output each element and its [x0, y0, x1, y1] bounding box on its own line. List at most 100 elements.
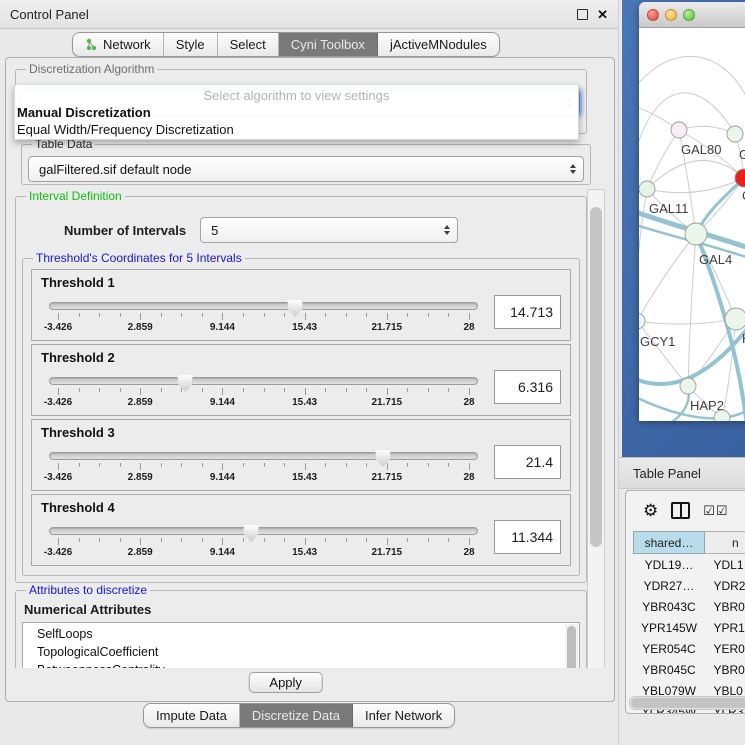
network-window-titlebar [639, 2, 745, 28]
network-node[interactable] [639, 313, 645, 329]
group-title: Threshold's Coordinates for 5 Intervals [33, 251, 245, 265]
network-node[interactable] [680, 378, 696, 394]
control-panel-title: Control Panel [10, 7, 89, 22]
threshold-slider[interactable]: -3.4262.8599.14415.4321.71528 [49, 452, 478, 484]
cell[interactable]: YDR2 [704, 575, 745, 596]
table-data-combobox[interactable]: galFiltered.sif default node [28, 156, 584, 182]
group-title: Discretization Algorithm [26, 62, 157, 76]
vertical-scrollbar[interactable] [587, 189, 605, 668]
network-desktop: GAL80GALOGAL11GAL4GCY1HHAP2 [622, 0, 745, 457]
network-canvas[interactable]: GAL80GALOGAL11GAL4GCY1HHAP2 [639, 28, 745, 421]
checkbox-icon[interactable]: ☑ [703, 504, 715, 517]
tab-infer-network[interactable]: Infer Network [353, 704, 454, 727]
threshold-value-field[interactable]: 11.344 [494, 520, 561, 554]
right-panel: GAL80GALOGAL11GAL4GCY1HHAP2 Table Panel … [618, 0, 745, 745]
dropdown-option-manual-discretization[interactable]: Manual Discretization [15, 104, 578, 121]
control-panel: Control Panel ✕ Network Style Select Cyn… [0, 0, 618, 745]
network-node[interactable] [639, 181, 655, 197]
close-button[interactable] [647, 9, 659, 21]
zoom-button[interactable] [683, 9, 695, 21]
table-row[interactable]: YDL19…YDL1 [634, 554, 745, 576]
slider-scale: -3.4262.8599.14415.4321.71528 [58, 396, 469, 409]
tab-label: Cyni Toolbox [291, 37, 365, 52]
table-panel-title: Table Panel [633, 466, 701, 481]
cell[interactable]: YER0 [704, 638, 745, 659]
column-header-name[interactable]: n [704, 532, 745, 554]
slider-scale: -3.4262.8599.14415.4321.71528 [58, 546, 469, 559]
table-toolbar: ⚙ ☑ ☑ [626, 491, 745, 525]
tab-jactivemnodules[interactable]: jActiveMNodules [378, 33, 499, 56]
threshold-value-field[interactable]: 6.316 [494, 370, 561, 404]
apply-button[interactable]: Apply [248, 672, 323, 693]
list-scrollbar[interactable] [565, 624, 578, 668]
horizontal-scrollbar[interactable] [629, 696, 745, 710]
numerical-attributes-list: SelfLoops TopologicalCoefficient Between… [22, 622, 580, 668]
table-row[interactable]: YBR043CYBR0 [634, 596, 745, 617]
algorithm-dropdown-popup: Select algorithm to view settings Manual… [14, 85, 579, 140]
tab-style[interactable]: Style [164, 33, 218, 56]
table-row[interactable]: YPR145WYPR1 [634, 617, 745, 638]
threshold-label: Threshold 3 [41, 425, 561, 440]
split-view-icon[interactable] [671, 502, 690, 519]
scrollbar-thumb[interactable] [590, 207, 602, 547]
threshold-value-field[interactable]: 14.713 [494, 295, 561, 329]
column-header-shared[interactable]: shared… [634, 532, 705, 554]
cell[interactable]: YPR145W [634, 617, 705, 638]
tab-impute-data[interactable]: Impute Data [144, 704, 240, 727]
threshold-slider[interactable]: -3.4262.8599.14415.4321.71528 [49, 302, 478, 334]
threshold-label: Threshold 2 [41, 350, 561, 365]
attributes-to-discretize-group: Attributes to discretize Numerical Attri… [15, 583, 587, 668]
threshold-slider[interactable]: -3.4262.8599.14415.4321.71528 [49, 527, 478, 559]
tab-label: Impute Data [156, 708, 227, 723]
numerical-attributes-label: Numerical Attributes [24, 602, 580, 617]
cell[interactable]: YBR0 [704, 596, 745, 617]
network-node-label: GAL4 [699, 252, 732, 267]
scrollbar-thumb[interactable] [631, 698, 745, 708]
network-node[interactable] [685, 223, 707, 245]
combo-arrows-icon [570, 164, 576, 174]
table-row[interactable]: YER054CYER0 [634, 638, 745, 659]
slider-track[interactable] [49, 302, 478, 310]
cyni-toolbox-panel: Discretization Algorithm Select algorith… [5, 57, 615, 702]
threshold-panel: Threshold 3 -3.4262.8599.14415.4321.7152… [31, 419, 571, 491]
tab-network[interactable]: Network [73, 33, 164, 56]
network-node-label: GAL11 [649, 201, 689, 216]
table-row[interactable]: YBR045CYBR0 [634, 659, 745, 680]
tab-select[interactable]: Select [218, 33, 279, 56]
number-of-intervals-combobox[interactable]: 5 [200, 217, 458, 243]
slider-scale: -3.4262.8599.14415.4321.71528 [58, 321, 469, 334]
cell[interactable]: YDL19… [634, 554, 705, 576]
control-panel-tabs: Network Style Select Cyni Toolbox jActiv… [72, 32, 500, 57]
tab-discretize-data[interactable]: Discretize Data [240, 704, 353, 727]
list-item[interactable]: SelfLoops [23, 625, 579, 643]
network-node[interactable] [725, 308, 745, 330]
list-item[interactable]: BetweennessCentrality [23, 661, 579, 668]
cell[interactable]: YDL1 [704, 554, 745, 576]
slider-track[interactable] [49, 452, 478, 460]
close-icon[interactable]: ✕ [597, 8, 608, 21]
threshold-slider[interactable]: -3.4262.8599.14415.4321.71528 [49, 377, 478, 409]
cell[interactable]: YDR27… [634, 575, 705, 596]
dropdown-option-equal-width-frequency[interactable]: Equal Width/Frequency Discretization [15, 121, 578, 138]
table-row[interactable]: YDR27…YDR2 [634, 575, 745, 596]
gear-icon[interactable]: ⚙ [643, 504, 658, 518]
network-node[interactable] [727, 126, 743, 142]
tab-cyni-toolbox[interactable]: Cyni Toolbox [279, 33, 378, 56]
minimize-button[interactable] [665, 9, 677, 21]
cell[interactable]: YBR043C [634, 596, 705, 617]
slider-scale: -3.4262.8599.14415.4321.71528 [58, 471, 469, 484]
cell[interactable]: YER054C [634, 638, 705, 659]
table-panel: ⚙ ☑ ☑ shared… n YDL19…YDL1 YDR27…YDR2 [625, 490, 745, 714]
app-window: Control Panel ✕ Network Style Select Cyn… [0, 0, 745, 745]
slider-track[interactable] [49, 377, 478, 385]
checkbox-icon[interactable]: ☑ [716, 504, 728, 517]
list-item[interactable]: TopologicalCoefficient [23, 643, 579, 661]
cell[interactable]: YPR1 [704, 617, 745, 638]
threshold-value-field[interactable]: 21.4 [494, 445, 561, 479]
dropdown-placeholder-option[interactable]: Select algorithm to view settings [15, 85, 578, 104]
network-node[interactable] [671, 122, 687, 138]
cell[interactable]: YBR045C [634, 659, 705, 680]
float-window-icon[interactable] [577, 9, 588, 20]
cell[interactable]: YBR0 [704, 659, 745, 680]
slider-track[interactable] [49, 527, 478, 535]
